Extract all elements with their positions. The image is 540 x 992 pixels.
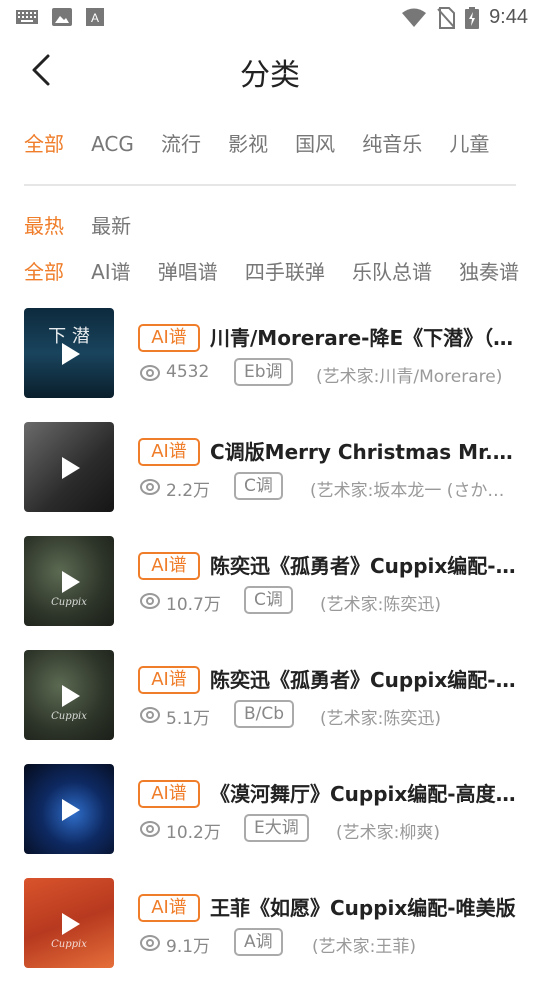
list-item[interactable]: Cuppix AI谱 陈奕迅《孤勇者》Cuppix编配-降B调 5.1万 B/C… — [24, 650, 516, 764]
eye-icon — [140, 365, 160, 381]
image-icon — [52, 8, 72, 26]
artist: (艺术家:坂本龙一 (さかもと りゅういち)) — [310, 481, 516, 501]
play-icon — [62, 685, 80, 707]
divider — [24, 184, 516, 186]
view-count: 10.7万 — [166, 595, 221, 615]
no-sim-icon — [437, 6, 456, 29]
eye-icon — [140, 593, 160, 609]
sort-newest[interactable]: 最新 — [91, 210, 131, 239]
tab-chinese-style[interactable]: 国风 — [295, 128, 335, 157]
type-singalong-score[interactable]: 弹唱谱 — [158, 256, 218, 285]
type-all[interactable]: 全部 — [24, 256, 64, 285]
tab-instrumental[interactable]: 纯音乐 — [362, 128, 422, 157]
artist: (艺术家:陈奕迅) — [320, 595, 441, 615]
item-title: 《漠河舞厅》Cuppix编配-高度还原 — [210, 782, 516, 806]
key-badge: B/Cb — [234, 700, 295, 728]
play-icon — [62, 571, 80, 593]
view-count: 4532 — [166, 362, 210, 382]
thumbnail-text: Cuppix — [51, 597, 87, 608]
thumbnail: Cuppix — [24, 878, 114, 968]
sort-hottest[interactable]: 最热 — [24, 210, 64, 239]
item-title: 陈奕迅《孤勇者》Cuppix编配-降B调 — [210, 668, 516, 692]
thumbnail: Cuppix — [24, 650, 114, 740]
tab-all[interactable]: 全部 — [24, 128, 64, 157]
eye-icon — [140, 479, 160, 495]
view-count: 10.2万 — [166, 823, 221, 843]
thumbnail — [24, 764, 114, 854]
ai-badge: AI谱 — [138, 666, 200, 694]
thumbnail-text: Cuppix — [51, 939, 87, 950]
eye-icon — [140, 821, 160, 837]
thumbnail: Cuppix — [24, 536, 114, 626]
view-count: 2.2万 — [166, 481, 211, 501]
status-bar: A 9:44 — [0, 0, 540, 36]
battery-charging-icon — [465, 6, 480, 29]
eye-icon — [140, 707, 160, 723]
tab-acg[interactable]: ACG — [91, 132, 134, 156]
ai-badge: AI谱 — [138, 780, 200, 808]
thumbnail — [24, 422, 114, 512]
play-icon — [62, 799, 80, 821]
category-tabs: 全部 ACG 流行 影视 国风 纯音乐 儿童 原创 — [24, 128, 516, 164]
thumbnail: 下 潜 — [24, 308, 114, 398]
list-item[interactable]: Cuppix AI谱 陈奕迅《孤勇者》Cuppix编配-C调 10.7万 C调 … — [24, 536, 516, 650]
thumbnail-text: Cuppix — [51, 711, 87, 722]
play-icon — [62, 913, 80, 935]
view-count: 5.1万 — [166, 709, 211, 729]
tab-children[interactable]: 儿童 — [449, 128, 489, 157]
header: 分类 — [0, 40, 540, 100]
page-title: 分类 — [240, 58, 300, 93]
key-badge: C调 — [234, 472, 283, 500]
sort-options: 最热 最新 — [24, 210, 153, 239]
play-icon — [62, 457, 80, 479]
ai-badge: AI谱 — [138, 324, 200, 352]
ai-badge: AI谱 — [138, 552, 200, 580]
list-item[interactable]: Cuppix AI谱 王菲《如愿》Cuppix编配-唯美版 9.1万 A调 (艺… — [24, 878, 516, 992]
tab-film-tv[interactable]: 影视 — [228, 128, 268, 157]
item-title: C调版Merry Christmas Mr.Lawrence — [210, 440, 516, 464]
type-ai-score[interactable]: AI谱 — [91, 256, 131, 285]
clock: 9:44 — [489, 6, 528, 28]
keyboard-icon — [16, 10, 38, 24]
ai-badge: AI谱 — [138, 894, 200, 922]
type-filters: 全部 AI谱 弹唱谱 四手联弹 乐队总谱 独奏谱 — [24, 256, 530, 285]
item-title: 川青/Morerare-降E《下潜》（原调） — [210, 326, 516, 350]
svg-text:A: A — [91, 11, 99, 25]
artist: (艺术家:王菲) — [312, 937, 416, 957]
key-badge: Eb调 — [234, 358, 293, 386]
artist: (艺术家:柳爽) — [336, 823, 440, 843]
type-four-hands[interactable]: 四手联弹 — [245, 256, 325, 285]
artist: (艺术家:川青/Morerare) — [316, 367, 503, 387]
artist: (艺术家:陈奕迅) — [320, 709, 441, 729]
ai-badge: AI谱 — [138, 438, 200, 466]
tab-pop[interactable]: 流行 — [161, 128, 201, 157]
font-a-icon: A — [86, 8, 104, 26]
type-solo-score[interactable]: 独奏谱 — [459, 256, 519, 285]
list-item[interactable]: AI谱 C调版Merry Christmas Mr.Lawrence 2.2万 … — [24, 422, 516, 536]
item-title: 陈奕迅《孤勇者》Cuppix编配-C调 — [210, 554, 516, 578]
key-badge: A调 — [234, 928, 283, 956]
key-badge: C调 — [244, 586, 293, 614]
eye-icon — [140, 935, 160, 951]
list-item[interactable]: 下 潜 AI谱 川青/Morerare-降E《下潜》（原调） 4532 Eb调 … — [24, 308, 516, 422]
list-item[interactable]: AI谱 《漠河舞厅》Cuppix编配-高度还原 10.2万 E大调 (艺术家:柳… — [24, 764, 516, 878]
key-badge: E大调 — [244, 814, 309, 842]
item-title: 王菲《如愿》Cuppix编配-唯美版 — [210, 896, 516, 920]
wifi-icon — [402, 8, 427, 27]
play-icon — [62, 343, 80, 365]
score-list: 下 潜 AI谱 川青/Morerare-降E《下潜》（原调） 4532 Eb调 … — [24, 308, 516, 992]
type-band-score[interactable]: 乐队总谱 — [352, 256, 432, 285]
view-count: 9.1万 — [166, 937, 211, 957]
